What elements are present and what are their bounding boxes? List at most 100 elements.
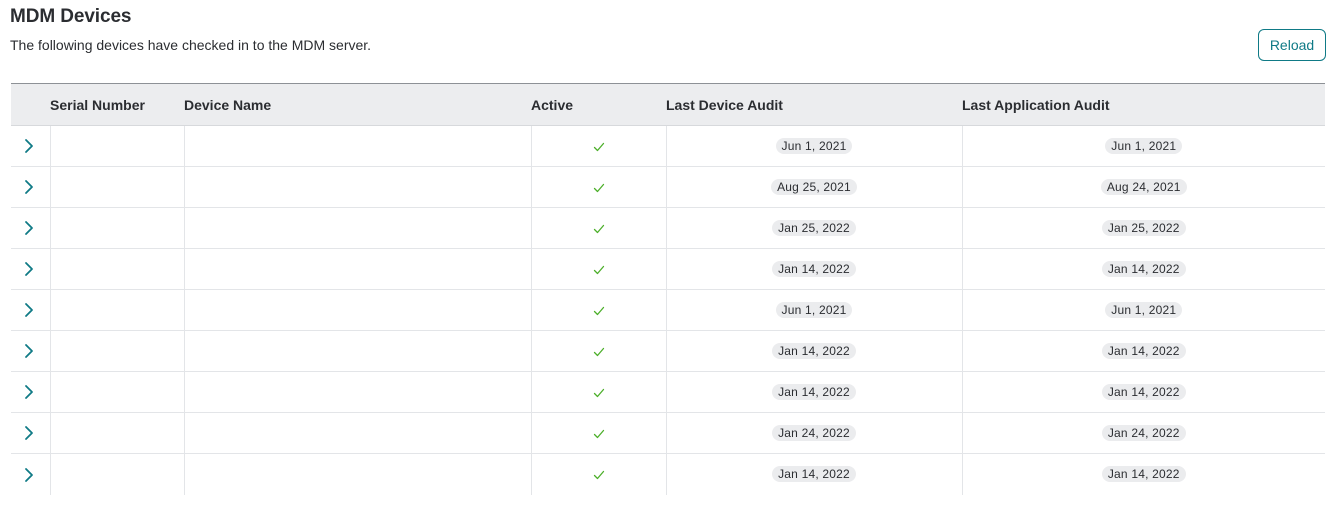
- column-header-serial-number[interactable]: Serial Number: [50, 83, 184, 126]
- last-application-audit-cell: Jan 24, 2022: [961, 412, 1325, 454]
- last-application-audit-cell: Jan 14, 2022: [961, 371, 1325, 413]
- table-row[interactable]: Jun 1, 2021 Jun 1, 2021: [11, 125, 1325, 167]
- device-name-cell: [183, 412, 531, 454]
- table-row[interactable]: Jan 14, 2022 Jan 14, 2022: [11, 371, 1325, 413]
- checkmark-icon: [593, 347, 604, 357]
- active-cell: [530, 125, 666, 167]
- chevron-right-icon[interactable]: [22, 384, 36, 400]
- active-cell: [530, 289, 666, 331]
- date-badge: Jan 14, 2022: [772, 466, 856, 483]
- date-badge: Jan 14, 2022: [1101, 384, 1186, 400]
- date-badge: Jan 14, 2022: [772, 343, 856, 359]
- checkmark-icon: [593, 429, 604, 439]
- chevron-right-icon[interactable]: [22, 343, 36, 359]
- device-name-cell: [183, 207, 531, 249]
- table-header: Serial Number Device Name Active Last De…: [11, 83, 1325, 126]
- active-cell: [530, 371, 666, 413]
- date-badge: Aug 25, 2021: [771, 179, 857, 195]
- last-application-audit-cell: Jan 14, 2022: [961, 330, 1325, 372]
- active-cell: [530, 248, 666, 290]
- checkmark-icon: [593, 224, 604, 234]
- date-badge: Jun 1, 2021: [1105, 302, 1183, 318]
- last-application-audit-cell: Jan 25, 2022: [961, 207, 1325, 249]
- last-device-audit-cell: Jun 1, 2021: [665, 125, 962, 167]
- serial-number-cell: [49, 330, 184, 372]
- date-badge: Jan 24, 2022: [1101, 425, 1186, 441]
- expand-cell[interactable]: [11, 330, 50, 372]
- table-row[interactable]: Aug 25, 2021 Aug 24, 2021: [11, 166, 1325, 208]
- serial-number-cell: [49, 412, 184, 454]
- checkmark-icon: [593, 471, 604, 480]
- table-row[interactable]: Jan 24, 2022 Jan 24, 2022: [11, 412, 1325, 454]
- chevron-right-icon[interactable]: [22, 138, 36, 154]
- page-title: MDM Devices: [10, 6, 132, 27]
- active-cell: [530, 166, 666, 208]
- table-row[interactable]: Jan 25, 2022 Jan 25, 2022: [11, 207, 1325, 249]
- reload-button[interactable]: Reload: [1258, 29, 1326, 61]
- expand-cell[interactable]: [11, 289, 50, 331]
- column-header-last-device-audit[interactable]: Last Device Audit: [666, 83, 962, 126]
- active-cell: [530, 412, 666, 454]
- mdm-devices-page: MDM Devices The following devices have c…: [0, 0, 1344, 506]
- date-badge: Jan 14, 2022: [1101, 466, 1186, 483]
- serial-number-cell: [49, 125, 184, 167]
- expand-cell[interactable]: [11, 207, 50, 249]
- device-name-cell: [183, 371, 531, 413]
- device-name-cell: [183, 453, 531, 495]
- column-header-active[interactable]: Active: [531, 83, 666, 126]
- device-name-cell: [183, 248, 531, 290]
- date-badge: Jan 25, 2022: [772, 220, 856, 236]
- chevron-right-icon[interactable]: [22, 179, 36, 195]
- column-header-last-application-audit[interactable]: Last Application Audit: [962, 83, 1325, 126]
- table-row[interactable]: Jan 14, 2022 Jan 14, 2022: [11, 248, 1325, 290]
- checkmark-icon: [593, 306, 604, 316]
- last-device-audit-cell: Jan 24, 2022: [665, 412, 962, 454]
- last-application-audit-cell: Jan 14, 2022: [961, 248, 1325, 290]
- checkmark-icon: [593, 142, 604, 152]
- date-badge: Jun 1, 2021: [775, 138, 853, 154]
- last-application-audit-cell: Jan 14, 2022: [961, 453, 1325, 495]
- chevron-right-icon[interactable]: [22, 261, 36, 277]
- chevron-right-icon[interactable]: [22, 467, 36, 483]
- active-cell: [530, 453, 666, 495]
- serial-number-cell: [49, 207, 184, 249]
- column-header-device-name[interactable]: Device Name: [184, 83, 531, 126]
- serial-number-cell: [49, 166, 184, 208]
- last-device-audit-cell: Jan 25, 2022: [665, 207, 962, 249]
- table-row[interactable]: Jun 1, 2021 Jun 1, 2021: [11, 289, 1325, 331]
- last-device-audit-cell: Jan 14, 2022: [665, 453, 962, 495]
- date-badge: Jan 14, 2022: [772, 261, 856, 277]
- page-subtitle: The following devices have checked in to…: [10, 37, 372, 53]
- date-badge: Jan 25, 2022: [1101, 220, 1186, 236]
- device-name-cell: [183, 330, 531, 372]
- expand-cell[interactable]: [11, 248, 50, 290]
- serial-number-cell: [49, 453, 184, 495]
- chevron-right-icon[interactable]: [22, 425, 36, 441]
- checkmark-icon: [593, 183, 604, 193]
- expand-cell[interactable]: [11, 454, 50, 495]
- date-badge: Jan 24, 2022: [772, 425, 856, 441]
- table-row[interactable]: Jan 14, 2022 Jan 14, 2022: [11, 330, 1325, 372]
- last-device-audit-cell: Jan 14, 2022: [665, 330, 962, 372]
- table-row[interactable]: Jan 14, 2022 Jan 14, 2022: [11, 453, 1325, 495]
- expand-cell[interactable]: [11, 371, 50, 413]
- last-device-audit-cell: Aug 25, 2021: [665, 166, 962, 208]
- devices-table: Serial Number Device Name Active Last De…: [11, 83, 1325, 495]
- date-badge: Jun 1, 2021: [775, 302, 853, 318]
- serial-number-cell: [49, 289, 184, 331]
- last-application-audit-cell: Jun 1, 2021: [961, 289, 1325, 331]
- date-badge: Jan 14, 2022: [1101, 261, 1186, 277]
- expand-cell[interactable]: [11, 166, 50, 208]
- last-application-audit-cell: Aug 24, 2021: [961, 166, 1325, 208]
- column-header-expand: [11, 83, 50, 126]
- serial-number-cell: [49, 371, 184, 413]
- chevron-right-icon[interactable]: [22, 220, 36, 236]
- chevron-right-icon[interactable]: [22, 302, 36, 318]
- last-device-audit-cell: Jun 1, 2021: [665, 289, 962, 331]
- date-badge: Jan 14, 2022: [772, 384, 856, 400]
- expand-cell[interactable]: [11, 125, 50, 167]
- date-badge: Jan 14, 2022: [1101, 343, 1186, 359]
- device-name-cell: [183, 289, 531, 331]
- last-device-audit-cell: Jan 14, 2022: [665, 248, 962, 290]
- expand-cell[interactable]: [11, 412, 50, 454]
